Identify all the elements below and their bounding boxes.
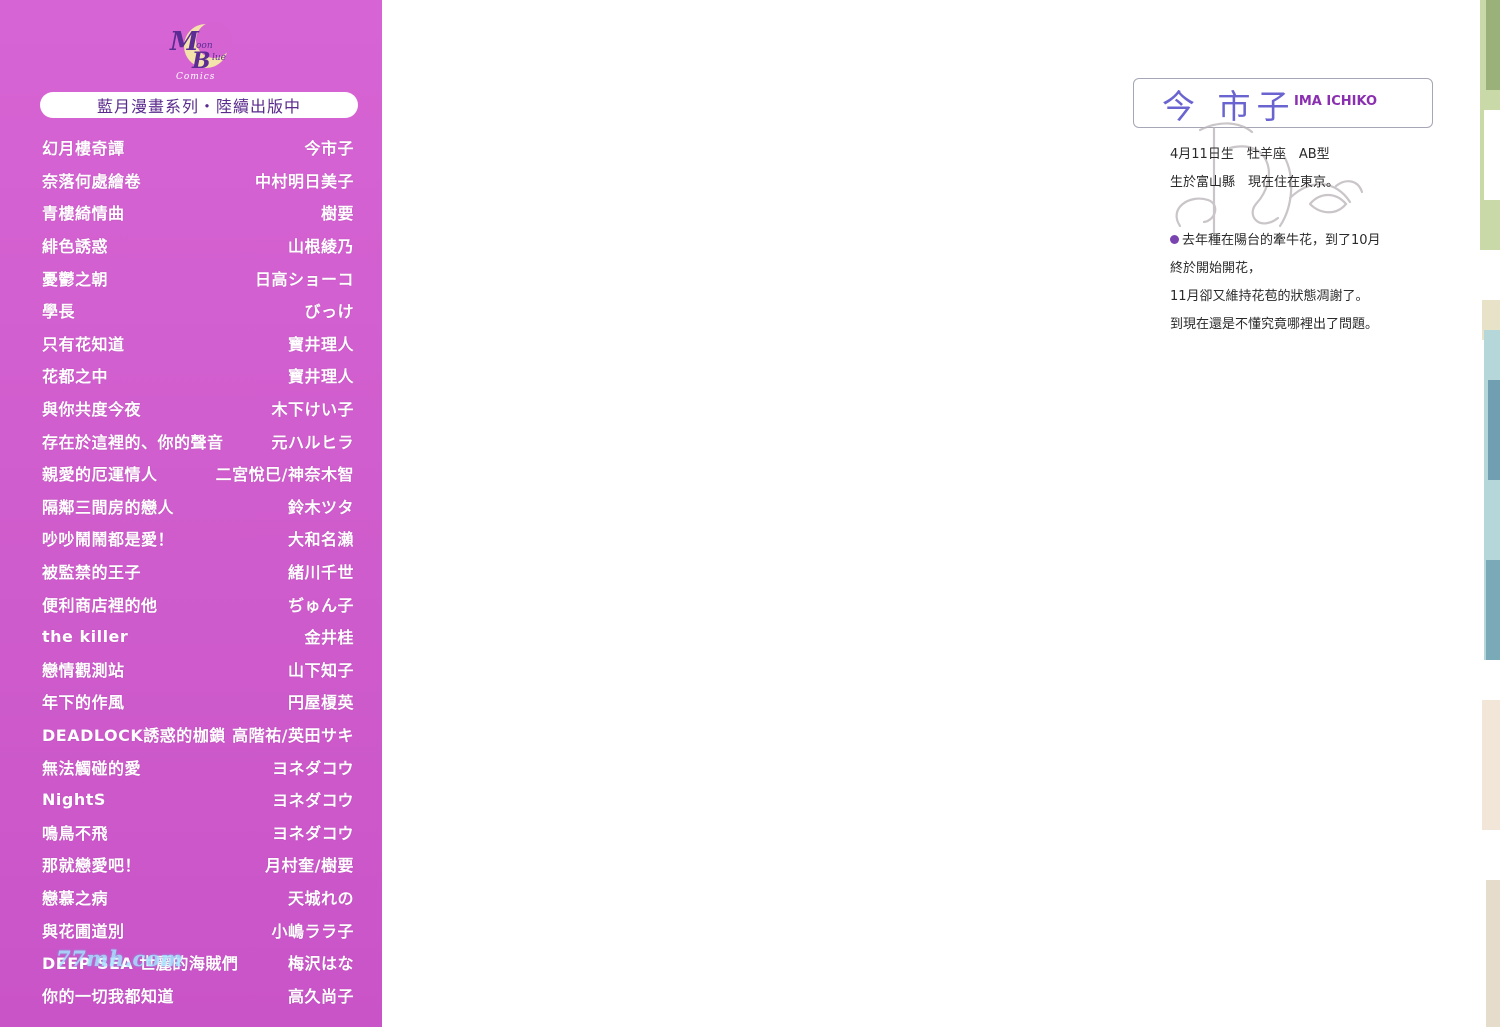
author-name-japanese: 今 市子 [1162, 87, 1296, 126]
book-list-item: 吵吵鬧鬧都是愛！ 大和名瀨 [42, 522, 354, 555]
book-list-item: 鳴鳥不飛 ヨネダコウ [42, 815, 354, 848]
svg-text:Comics: Comics [176, 72, 215, 82]
book-author: 小嶋ララ子 [271, 921, 354, 941]
book-title: 鳴鳥不飛 [42, 823, 109, 843]
book-list-item: NightS ヨネダコウ [42, 783, 354, 816]
book-author: 寶井理人 [287, 334, 354, 354]
book-author: 天城れの [287, 888, 354, 908]
svg-text:oon: oon [196, 41, 213, 51]
book-title: 戀情觀測站 [42, 660, 125, 680]
book-title: 親愛的厄運情人 [42, 465, 158, 485]
book-list-item: 與花圃道別 小嶋ララ子 [42, 913, 354, 946]
moon-blue-comics-logo: M B oon lue Comics [169, 22, 232, 82]
series-list-panel: M B oon lue Comics 藍月漫畫系列・陸續出版中 幻月樓奇譚 今市子… [0, 0, 382, 1027]
book-author: ヨネダコウ [272, 791, 354, 811]
bullet-icon [1170, 235, 1179, 244]
book-list-item: 幻月樓奇譚 今市子 [42, 131, 354, 164]
book-author: 高階祐/英田サキ [232, 725, 354, 745]
book-list-item: 只有花知道 寶井理人 [42, 327, 354, 360]
book-title: DEADLOCK誘惑的枷鎖 [42, 725, 226, 745]
book-author: 元ハルヒラ [271, 432, 354, 452]
book-title: 青樓綺情曲 [42, 204, 125, 224]
book-author: 月村奎/樹要 [265, 856, 354, 876]
svg-text:B: B [191, 48, 211, 74]
book-list-item: 憂鬱之朝 日高ショーコ [42, 261, 354, 294]
book-list-item: DEADLOCK誘惑的枷鎖 高階祐/英田サキ [42, 718, 354, 751]
book-list-item: 年下的作風 円屋榎英 [42, 685, 354, 718]
book-author: 梅沢はな [287, 954, 354, 974]
book-title: 存在於這裡的、你的聲音 [42, 432, 224, 452]
book-list-item: 便利商店裡的他 ぢゅん子 [42, 587, 354, 620]
book-list-item: 與你共度今夜 木下けい子 [42, 392, 354, 425]
book-list-item: the killer 金井桂 [42, 620, 354, 653]
book-author: ぢゅん子 [287, 595, 354, 615]
book-author: 寶井理人 [287, 367, 354, 387]
book-title: 與你共度今夜 [42, 400, 142, 420]
book-title: 無法觸碰的愛 [42, 758, 142, 778]
book-title: 緋色誘惑 [42, 237, 109, 257]
book-author: 木下けい子 [271, 400, 354, 420]
book-author: 樹要 [320, 204, 354, 224]
book-title: 奈落何處繪卷 [42, 171, 142, 191]
book-list-item: 學長 びっけ [42, 294, 354, 327]
cover-illustration-edge [1476, 0, 1500, 1027]
series-banner: 藍月漫畫系列・陸續出版中 [40, 92, 358, 118]
book-list-item: 緋色誘惑 山根綾乃 [42, 229, 354, 262]
book-author: 鈴木ツタ [287, 497, 354, 517]
author-residence: 生於富山縣 現在住在東京。 [1170, 175, 1340, 190]
svg-text:lue: lue [212, 53, 226, 63]
book-list-item: 青樓綺情曲 樹要 [42, 196, 354, 229]
book-author: 山根綾乃 [287, 237, 354, 257]
book-list-item: 親愛的厄運情人 二宮悅巳/神奈木智 [42, 457, 354, 490]
book-list-item: 被監禁的王子 緒川千世 [42, 555, 354, 588]
author-name-english: IMA ICHIKO [1294, 94, 1377, 109]
book-list-item: 你的一切我都知道 高久尚子 [42, 978, 354, 1011]
book-author: 円屋榎英 [287, 693, 354, 713]
book-author: ヨネダコウ [272, 758, 354, 778]
book-author: ヨネダコウ [272, 823, 354, 843]
book-title: 隔鄰三間房的戀人 [42, 497, 175, 517]
book-list-item: 戀情觀測站 山下知子 [42, 653, 354, 686]
book-author: 中村明日美子 [254, 171, 354, 191]
book-title: 那就戀愛吧！ [42, 856, 142, 876]
book-list-item: 花都之中 寶井理人 [42, 359, 354, 392]
book-author: 二宮悅巳/神奈木智 [215, 465, 354, 485]
book-title: 憂鬱之朝 [42, 269, 109, 289]
book-list-item: 那就戀愛吧！ 月村奎/樹要 [42, 848, 354, 881]
book-title: 戀慕之病 [42, 888, 109, 908]
book-author: 高久尚子 [287, 986, 354, 1006]
book-list-item: 存在於這裡的、你的聲音 元ハルヒラ [42, 424, 354, 457]
book-title: 便利商店裡的他 [42, 595, 158, 615]
book-author: 日高ショーコ [254, 269, 354, 289]
book-title: NightS [42, 789, 106, 809]
book-list-item: 戀慕之病 天城れの [42, 881, 354, 914]
book-title: 與花圃道別 [42, 921, 125, 941]
book-title: 被監禁的王子 [42, 563, 142, 583]
book-title: 吵吵鬧鬧都是愛！ [42, 530, 175, 550]
book-title: 花都之中 [42, 367, 109, 387]
book-author: 山下知子 [287, 660, 354, 680]
author-birth: 4月11日生 牡羊座 AB型 [1170, 147, 1330, 162]
book-title: 你的一切我都知道 [42, 986, 175, 1006]
book-list-item: 無法觸碰的愛 ヨネダコウ [42, 750, 354, 783]
book-title: 學長 [42, 302, 76, 322]
author-profile-text: 4月11日生 牡羊座 AB型 生於富山縣 現在住在東京。 去年種在陽台的牽牛花，… [1170, 141, 1381, 339]
book-author: 緒川千世 [287, 563, 354, 583]
site-watermark: 77mh.com [56, 946, 184, 971]
author-note-line-3: 11月卻又維持花苞的狀態凋謝了。 [1170, 289, 1369, 304]
book-author: 金井桂 [304, 628, 354, 648]
author-note-line-1: 去年種在陽台的牽牛花，到了10月 [1170, 227, 1381, 255]
book-author: びっけ [304, 302, 354, 322]
book-author: 大和名瀨 [287, 530, 354, 550]
book-list-item: 隔鄰三間房的戀人 鈴木ツタ [42, 490, 354, 523]
book-title: the killer [42, 626, 129, 646]
book-title: 幻月樓奇譚 [42, 139, 125, 159]
book-list: 幻月樓奇譚 今市子奈落何處繪卷 中村明日美子青樓綺情曲 樹要緋色誘惑 山根綾乃憂鬱之朝 日… [42, 131, 354, 1011]
author-note-line-2: 終於開始開花， [1170, 261, 1262, 276]
book-title: 年下的作風 [42, 693, 125, 713]
book-title: 只有花知道 [42, 334, 125, 354]
book-author: 今市子 [304, 139, 354, 159]
author-note-line-4: 到現在還是不懂究竟哪裡出了問題。 [1170, 317, 1379, 332]
book-list-item: 奈落何處繪卷 中村明日美子 [42, 164, 354, 197]
